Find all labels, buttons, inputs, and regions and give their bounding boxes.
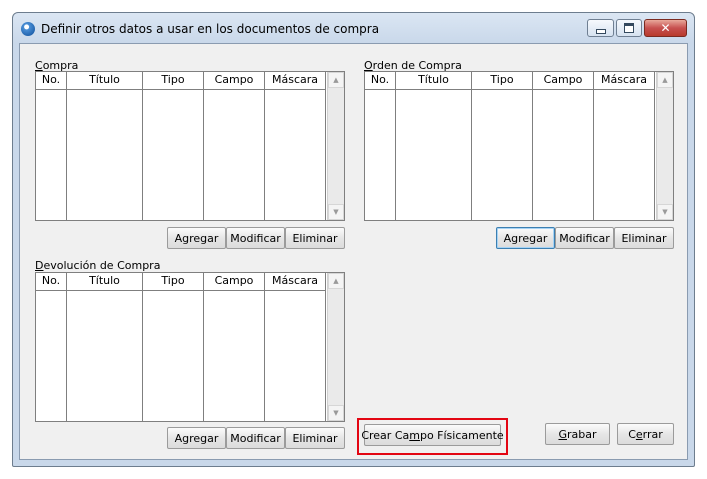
vertical-scrollbar[interactable]: ▲ ▼ — [327, 273, 344, 421]
orden-table[interactable]: No. Título Tipo Campo Máscara ▲ ▼ — [364, 71, 674, 221]
scroll-down-icon[interactable]: ▼ — [328, 405, 344, 421]
save-button[interactable]: Grabar — [545, 423, 610, 445]
orden-add-button[interactable]: Agregar — [496, 227, 555, 249]
column-header-titulo[interactable]: Título — [396, 72, 472, 89]
devolucion-table[interactable]: No. Título Tipo Campo Máscara ▲ ▼ — [35, 272, 345, 422]
client-area: Compra No. Título Tipo Campo Máscara ▲ ▼… — [19, 43, 688, 460]
table-body[interactable] — [36, 290, 326, 421]
table-body[interactable] — [365, 89, 655, 220]
column-header-campo[interactable]: Campo — [204, 273, 265, 290]
column-header-mascara[interactable]: Máscara — [265, 72, 326, 89]
create-field-button[interactable]: Crear Ca m po Físicamente — [361, 424, 504, 446]
column-header-mascara[interactable]: Máscara — [594, 72, 655, 89]
maximize-button[interactable] — [616, 19, 642, 37]
column-header-no[interactable]: No. — [36, 72, 67, 89]
app-icon — [21, 22, 35, 36]
devolucion-add-button[interactable]: Agregar — [167, 427, 226, 449]
compra-delete-button[interactable]: Eliminar — [285, 227, 345, 249]
column-header-titulo[interactable]: Título — [67, 72, 143, 89]
compra-table[interactable]: No. Título Tipo Campo Máscara ▲ ▼ — [35, 71, 345, 221]
table-header: No. Título Tipo Campo Máscara — [365, 72, 655, 90]
column-header-mascara[interactable]: Máscara — [265, 273, 326, 290]
column-header-tipo[interactable]: Tipo — [143, 72, 204, 89]
orden-delete-button[interactable]: Eliminar — [614, 227, 674, 249]
compra-add-button[interactable]: Agregar — [167, 227, 226, 249]
scroll-up-icon[interactable]: ▲ — [328, 72, 344, 88]
maximize-icon — [624, 23, 634, 33]
close-dialog-button[interactable]: Ce rrar — [617, 423, 674, 445]
devolucion-group-label: Devolución de Compra — [35, 259, 161, 272]
column-header-titulo[interactable]: Título — [67, 273, 143, 290]
compra-modify-button[interactable]: Modificar — [226, 227, 285, 249]
table-body[interactable] — [36, 89, 326, 220]
devolucion-modify-button[interactable]: Modificar — [226, 427, 285, 449]
column-header-no[interactable]: No. — [36, 273, 67, 290]
column-header-campo[interactable]: Campo — [204, 72, 265, 89]
vertical-scrollbar[interactable]: ▲ ▼ — [656, 72, 673, 220]
close-icon: ✕ — [660, 21, 671, 35]
title-bar[interactable]: Definir otros datos a usar en los docume… — [13, 13, 694, 43]
table-header: No. Título Tipo Campo Máscara — [36, 273, 326, 291]
table-header: No. Título Tipo Campo Máscara — [36, 72, 326, 90]
window-title: Definir otros datos a usar en los docume… — [41, 22, 380, 36]
minimize-button[interactable] — [587, 19, 614, 37]
devolucion-delete-button[interactable]: Eliminar — [285, 427, 345, 449]
scroll-up-icon[interactable]: ▲ — [657, 72, 673, 88]
orden-modify-button[interactable]: Modificar — [555, 227, 614, 249]
vertical-scrollbar[interactable]: ▲ ▼ — [327, 72, 344, 220]
scroll-down-icon[interactable]: ▼ — [657, 204, 673, 220]
minimize-icon — [595, 28, 606, 34]
dialog-window: Definir otros datos a usar en los docume… — [12, 12, 695, 467]
column-header-tipo[interactable]: Tipo — [472, 72, 533, 89]
scroll-up-icon[interactable]: ▲ — [328, 273, 344, 289]
column-header-campo[interactable]: Campo — [533, 72, 594, 89]
column-header-no[interactable]: No. — [365, 72, 396, 89]
close-button[interactable]: ✕ — [644, 19, 687, 37]
scroll-down-icon[interactable]: ▼ — [328, 204, 344, 220]
column-header-tipo[interactable]: Tipo — [143, 273, 204, 290]
